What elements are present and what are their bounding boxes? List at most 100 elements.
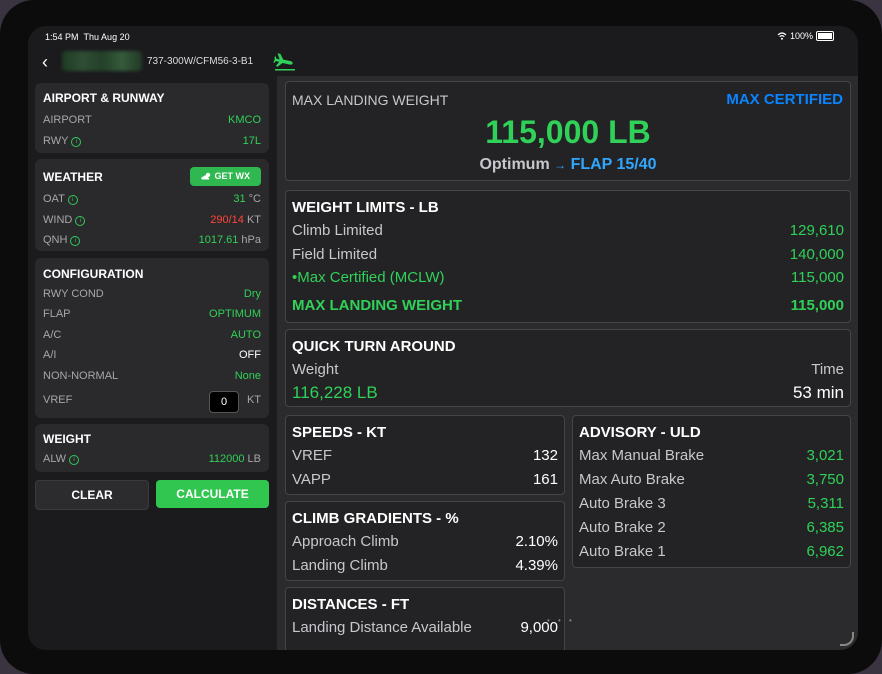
clear-button[interactable]: CLEAR	[35, 480, 149, 510]
quick-turn-values: 116,228 LB 53 min	[292, 383, 844, 403]
quick-turn-panel: QUICK TURN AROUND Weight Time 116,228 LB…	[285, 329, 851, 407]
speed-row: VAPP 161	[292, 471, 558, 491]
vref-speed-label: VREF	[292, 447, 333, 464]
non-normal-value: None	[234, 370, 261, 382]
airport-label: AIRPORT	[43, 114, 92, 126]
info-icon[interactable]: i	[69, 455, 80, 465]
flap-row[interactable]: FLAP OPTIMUM	[43, 308, 261, 324]
resize-handle-icon[interactable]	[840, 632, 854, 646]
climb-gradients-panel: CLIMB GRADIENTS - % Approach Climb 2.10%…	[285, 501, 565, 581]
info-icon[interactable]: i	[67, 195, 78, 205]
rwy-cond-row[interactable]: RWY COND Dry	[43, 288, 261, 304]
ai-label: A/I	[43, 349, 57, 361]
runway-label: RWY i	[43, 135, 82, 147]
qnh-value: 1017.61 hPa	[198, 234, 261, 246]
max-certified-value: 115,000	[790, 269, 844, 286]
info-icon[interactable]: i	[75, 216, 86, 226]
ac-label: A/C	[43, 329, 62, 341]
configuration-title: CONFIGURATION	[43, 267, 144, 281]
ac-row[interactable]: A/C AUTO	[43, 329, 261, 345]
climb-gradients-title: CLIMB GRADIENTS - %	[292, 510, 459, 527]
climb-limited-label: Climb Limited	[292, 222, 383, 239]
distance-label: Landing Distance Available	[292, 619, 472, 636]
info-icon[interactable]: i	[71, 137, 82, 147]
arrow-right-icon: →	[554, 158, 567, 172]
mlw-total-value: 115,000	[790, 297, 844, 314]
field-limited-value: 140,000	[789, 246, 844, 263]
wind-value: 290/14 KT	[210, 214, 261, 226]
alw-row[interactable]: ALW i 112000 LB	[43, 453, 261, 469]
app-screen: 1:54 PM Thu Aug 20 100% ‹ 737-300W/CFM56…	[28, 26, 858, 650]
climb-limited-value: 129,610	[789, 222, 844, 239]
get-wx-button[interactable]: GET WX	[190, 167, 261, 186]
advisory-label: Auto Brake 3	[579, 495, 666, 512]
vref-row: VREF 0 KT	[43, 391, 261, 413]
airport-runway-card: AIRPORT & RUNWAY AIRPORT KMCO RWY i 17L	[35, 83, 269, 153]
airport-row[interactable]: AIRPORT KMCO	[43, 114, 261, 130]
landing-plane-icon[interactable]	[273, 51, 297, 71]
climb-row: Landing Climb 4.39%	[292, 557, 558, 577]
battery-icon	[816, 31, 834, 41]
advisory-label: Auto Brake 1	[579, 543, 666, 560]
back-chevron-icon[interactable]: ‹	[42, 52, 48, 73]
alw-label: ALW i	[43, 453, 80, 465]
ai-value: OFF	[239, 349, 261, 361]
more-dots-icon[interactable]: • • •	[547, 616, 575, 625]
advisory-value: 6,385	[806, 519, 844, 536]
ai-row[interactable]: A/I OFF	[43, 349, 261, 365]
runway-value: 17L	[242, 135, 261, 147]
advisory-row: Auto Brake 3 5,311	[579, 495, 844, 515]
input-sidebar: AIRPORT & RUNWAY AIRPORT KMCO RWY i 17L W…	[28, 76, 277, 650]
oat-row[interactable]: OAT i 31 °C	[43, 193, 261, 209]
advisory-label: Auto Brake 2	[579, 519, 666, 536]
qt-weight-value: 116,228 LB	[292, 383, 378, 402]
flap-label: FLAP	[43, 308, 71, 320]
max-landing-weight-panel: MAX LANDING WEIGHT MAX CERTIFIED 115,000…	[285, 81, 851, 181]
battery-percent: 100%	[789, 31, 813, 41]
weight-card: WEIGHT ALW i 112000 LB	[35, 424, 269, 472]
weight-limit-row: •Max Certified (MCLW) 115,000	[292, 269, 844, 289]
distance-row: Landing Distance Available 9,000	[292, 619, 558, 639]
aircraft-type: 737-300W/CFM56-3-B1	[147, 56, 254, 67]
speeds-title: SPEEDS - KT	[292, 424, 387, 441]
airport-value: KMCO	[228, 114, 261, 126]
vref-input[interactable]: 0	[209, 391, 239, 413]
advisory-title: ADVISORY - ULD	[579, 424, 701, 441]
results-area: MAX LANDING WEIGHT MAX CERTIFIED 115,000…	[277, 76, 858, 650]
advisory-row: Auto Brake 1 6,962	[579, 543, 844, 563]
redacted-name	[62, 51, 142, 71]
wind-row[interactable]: WIND i 290/14 KT	[43, 214, 261, 230]
qt-time-value: 53 min	[792, 383, 844, 402]
optimum-flap: Optimum → FLAP 15/40	[286, 156, 850, 174]
optimum-flap-value: FLAP 15/40	[570, 156, 657, 173]
qnh-row[interactable]: QNH i 1017.61 hPa	[43, 234, 261, 250]
rwy-cond-value: Dry	[243, 288, 261, 300]
advisory-value: 3,021	[806, 447, 844, 464]
speeds-panel: SPEEDS - KT VREF 132 VAPP 161	[285, 415, 565, 495]
vapp-speed-label: VAPP	[292, 471, 331, 488]
configuration-card: CONFIGURATION RWY COND Dry FLAP OPTIMUM …	[35, 258, 269, 418]
cloud-sun-icon	[201, 172, 211, 180]
advisory-panel: ADVISORY - ULD Max Manual Brake 3,021 Ma…	[572, 415, 851, 568]
rwy-cond-label: RWY COND	[43, 288, 104, 300]
status-bar: 1:54 PM Thu Aug 20 100%	[28, 26, 858, 48]
calculate-button[interactable]: CALCULATE	[156, 480, 269, 508]
info-icon[interactable]: i	[70, 236, 81, 246]
weight-limits-title: WEIGHT LIMITS - LB	[292, 199, 439, 216]
airport-runway-title: AIRPORT & RUNWAY	[43, 91, 165, 105]
ac-value: AUTO	[230, 329, 261, 341]
qnh-label: QNH i	[43, 234, 81, 246]
advisory-value: 5,311	[807, 495, 844, 512]
max-certified-badge: MAX CERTIFIED	[726, 91, 843, 108]
mlw-total-label: MAX LANDING WEIGHT	[292, 297, 462, 314]
qt-weight-label: Weight	[292, 361, 339, 378]
advisory-row: Auto Brake 2 6,385	[579, 519, 844, 539]
field-limited-label: Field Limited	[292, 246, 378, 263]
climb-value: 4.39%	[515, 557, 558, 574]
weather-title: WEATHER	[43, 170, 103, 184]
non-normal-row[interactable]: NON-NORMAL None	[43, 370, 261, 386]
weight-limit-row: Climb Limited 129,610	[292, 222, 844, 242]
runway-row[interactable]: RWY i 17L	[43, 135, 261, 151]
weight-title: WEIGHT	[43, 432, 91, 446]
non-normal-label: NON-NORMAL	[43, 370, 119, 382]
